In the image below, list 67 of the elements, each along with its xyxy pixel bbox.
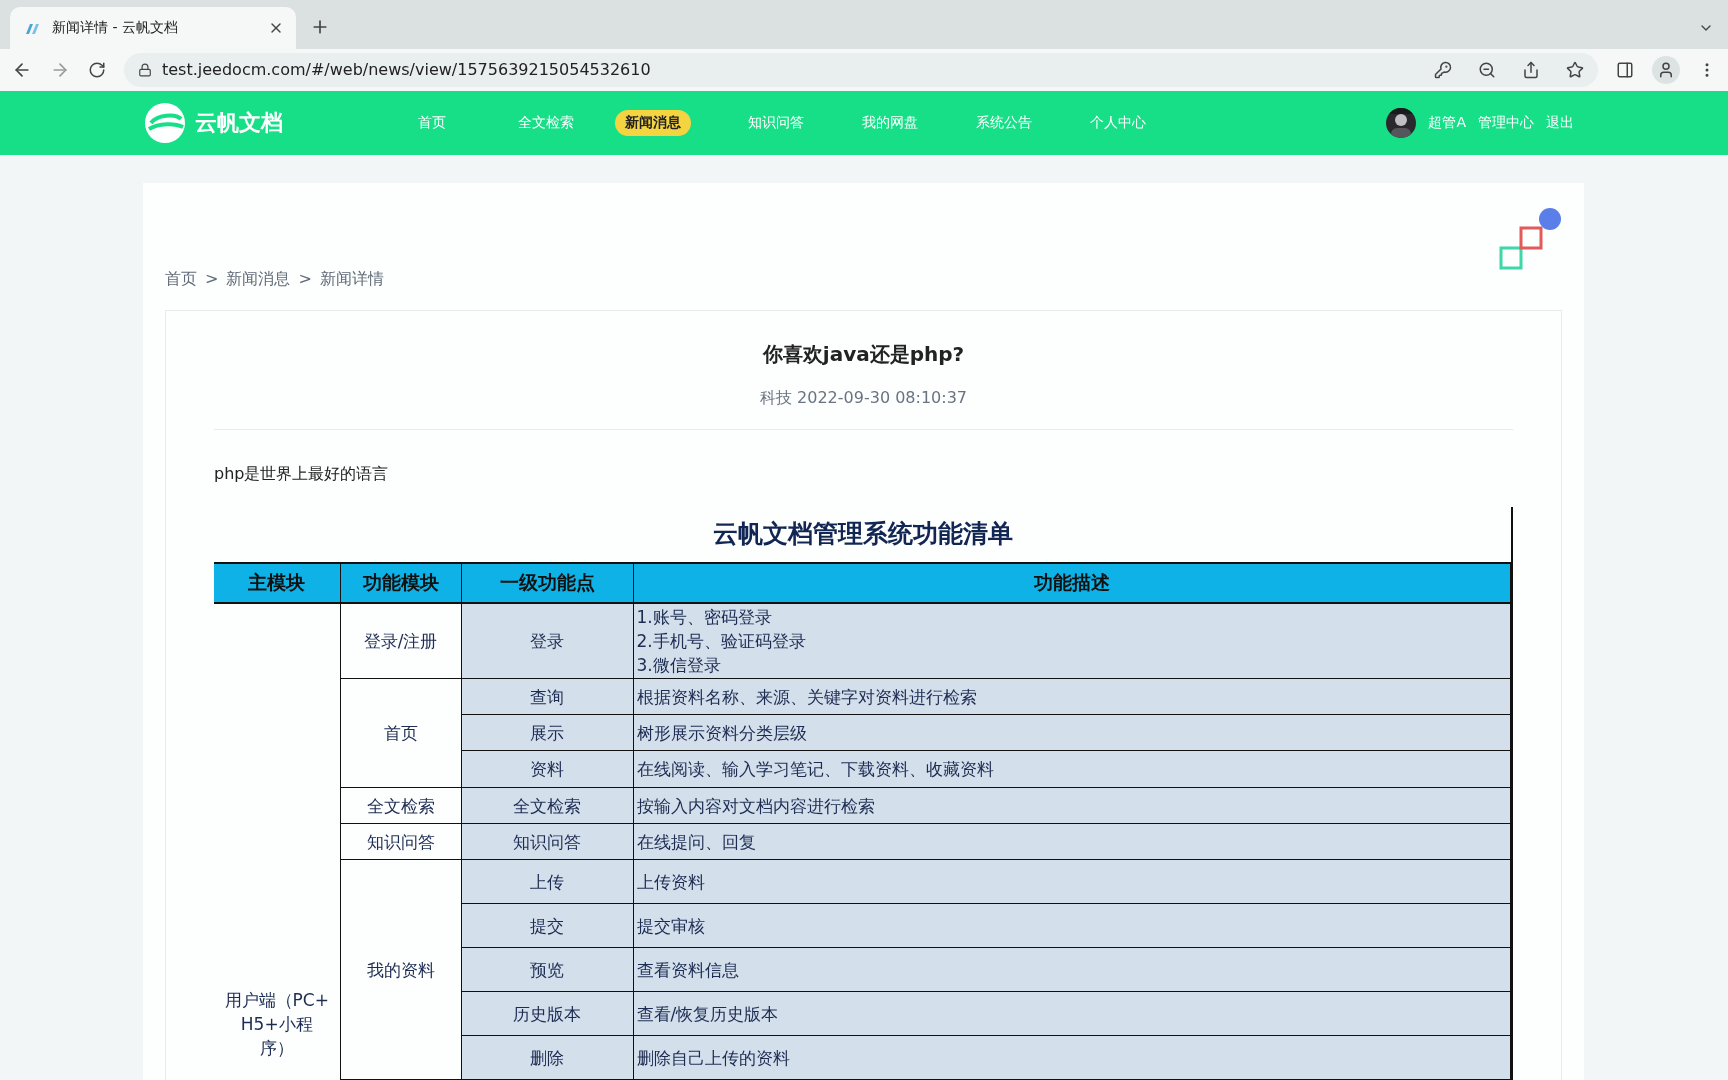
table-cell: 查询	[461, 678, 633, 715]
column-header: 一级功能点	[461, 563, 633, 603]
breadcrumb-link[interactable]: 新闻详情	[319, 269, 384, 290]
table-cell: 登录/注册	[340, 603, 461, 679]
article-body: php是世界上最好的语言	[214, 464, 390, 485]
breadcrumb-separator: >	[298, 269, 312, 290]
nav-link[interactable]: 退出	[1546, 113, 1574, 132]
table-cell: 按输入内容对文档内容进行检索	[633, 787, 1511, 824]
squares-drawing	[1498, 207, 1562, 271]
logo-icon	[143, 100, 187, 145]
table-cell: 我的资料	[340, 859, 461, 1080]
article-title: 你喜欢java还是php?	[761, 341, 966, 368]
table-cell: 根据资料名称、来源、关键字对资料进行检索	[633, 678, 1511, 715]
column-header: 主模块	[214, 563, 340, 603]
table-cell: 预览	[461, 947, 633, 992]
table-cell: 上传	[461, 859, 633, 904]
share-icon[interactable]	[1522, 60, 1540, 79]
nav-item[interactable]: 全文检索	[501, 109, 591, 136]
browser-tab[interactable]: 新闻详情 - 云帆文档	[10, 6, 296, 49]
table-cell: 查看/恢复历史版本	[633, 991, 1511, 1036]
table-cell: 查看资料信息	[633, 947, 1511, 992]
table-cell: 用户端（PC+H5+小程序）	[214, 603, 340, 1080]
user-name[interactable]: 超管A	[1428, 113, 1466, 132]
table-title: 云帆文档管理系统功能清单	[711, 518, 1014, 550]
zoom-out-icon[interactable]	[1478, 60, 1496, 79]
nav-link[interactable]: 管理中心	[1478, 113, 1534, 132]
table-cell: 提交	[461, 903, 633, 948]
column-header: 功能模块	[340, 563, 461, 603]
table-cell: 全文检索	[461, 787, 633, 824]
table-cell: 展示	[461, 714, 633, 751]
nav-item[interactable]: 首页	[387, 109, 477, 136]
lock-icon	[138, 62, 152, 77]
tab-favicon-icon	[24, 21, 42, 34]
breadcrumb-link[interactable]: 首页	[165, 269, 197, 290]
table-cell: 删除自己上传的资料	[633, 1035, 1511, 1080]
profile-icon[interactable]	[1652, 55, 1680, 84]
table-cell: 知识问答	[461, 823, 633, 860]
breadcrumb-link[interactable]: 新闻消息	[226, 269, 291, 290]
table-cell: 1.账号、密码登录 2.手机号、验证码登录 3.微信登录	[633, 603, 1511, 679]
column-header: 功能描述	[633, 563, 1511, 603]
nav-item[interactable]: 个人中心	[1073, 109, 1163, 136]
nav-item[interactable]: 我的网盘	[845, 109, 935, 136]
table-cell: 在线阅读、输入学习笔记、下载资料、收藏资料	[633, 750, 1511, 788]
table-cell: 知识问答	[340, 823, 461, 860]
table-cell: 在线提问、回复	[633, 823, 1511, 860]
sidebar-icon[interactable]	[1616, 60, 1634, 79]
breadcrumb-separator: >	[205, 269, 219, 290]
table-cell: 全文检索	[340, 787, 461, 824]
nav-item[interactable]: 系统公告	[959, 109, 1049, 136]
address-bar[interactable]: test.jeedocm.com/#/web/news/view/1575639215054532610	[124, 52, 1598, 87]
table-cell: 历史版本	[461, 991, 633, 1036]
table-cell: 登录	[461, 603, 633, 679]
table-cell: 上传资料	[633, 859, 1511, 904]
url-text: test.jeedocm.com/#/web/news/view/1575639215054532610	[162, 60, 652, 80]
table-cell: 提交审核	[633, 903, 1511, 948]
nav-item[interactable]: 新闻消息	[615, 109, 691, 136]
table-cell: 树形展示资料分类层级	[633, 714, 1511, 751]
star-icon[interactable]	[1566, 60, 1584, 79]
nav-item[interactable]: 知识问答	[731, 109, 821, 136]
logo-text: 云帆文档	[195, 108, 283, 137]
reload-icon[interactable]	[88, 60, 106, 79]
table-cell: 资料	[461, 750, 633, 788]
article-meta: 科技 2022-09-30 08:10:37	[214, 388, 1513, 430]
table-cell: 首页	[340, 678, 461, 788]
tab-title: 新闻详情 - 云帆文档	[52, 18, 179, 37]
table-cell: 删除	[461, 1035, 633, 1080]
key-icon[interactable]	[1434, 60, 1452, 79]
